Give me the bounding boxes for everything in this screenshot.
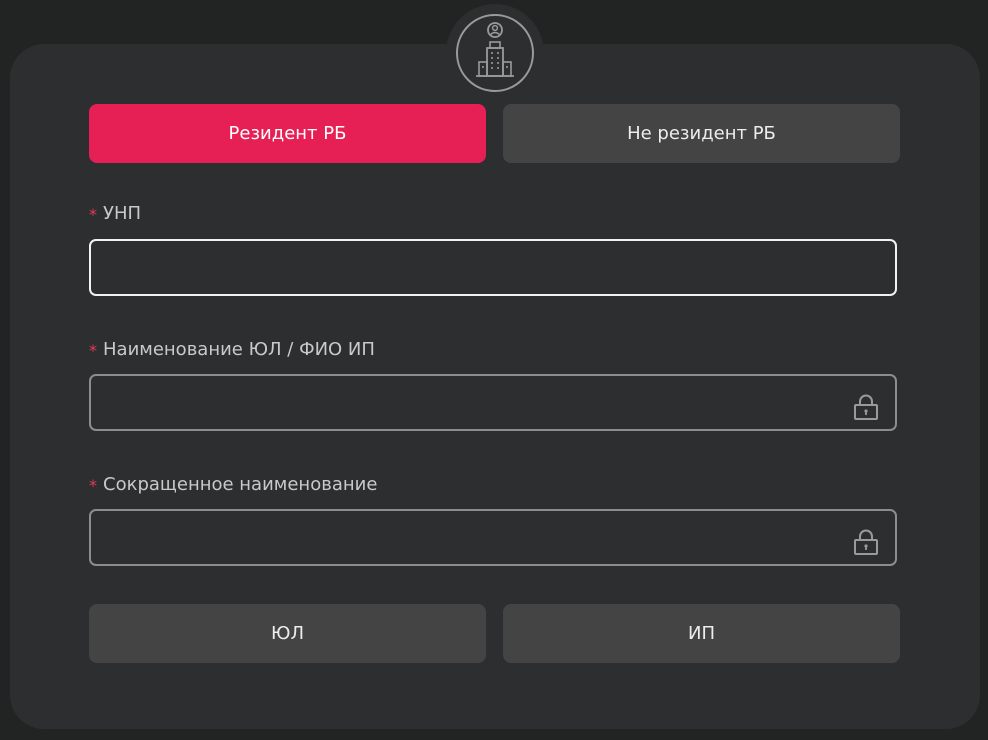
non-resident-toggle-button[interactable]: Не резидент РБ [503,104,900,163]
non-resident-toggle-label: Не резидент РБ [627,123,776,144]
name-label-text: Наименование ЮЛ / ФИО ИП [103,339,375,360]
unp-field[interactable] [89,239,897,296]
company-avatar [446,4,544,102]
required-marker: * [89,476,97,495]
resident-toggle-label: Резидент РБ [228,123,347,144]
short-name-input [91,511,895,564]
sole-proprietor-button[interactable]: ИП [503,604,900,663]
company-building-icon [456,14,534,92]
required-marker: * [89,341,97,360]
name-field [89,374,897,431]
name-label: * Наименование ЮЛ / ФИО ИП [89,339,375,360]
lock-icon [854,529,878,555]
legal-entity-label: ЮЛ [271,623,304,644]
unp-input[interactable] [91,241,895,294]
sole-proprietor-label: ИП [688,623,715,644]
name-input [91,376,895,429]
lock-icon [854,394,878,420]
unp-label: * УНП [89,203,141,224]
short-name-field [89,509,897,566]
short-name-label-text: Сокращенное наименование [103,474,378,495]
required-marker: * [89,205,97,224]
resident-toggle-button[interactable]: Резидент РБ [89,104,486,163]
short-name-label: * Сокращенное наименование [89,474,377,495]
unp-label-text: УНП [103,203,142,224]
legal-entity-button[interactable]: ЮЛ [89,604,486,663]
